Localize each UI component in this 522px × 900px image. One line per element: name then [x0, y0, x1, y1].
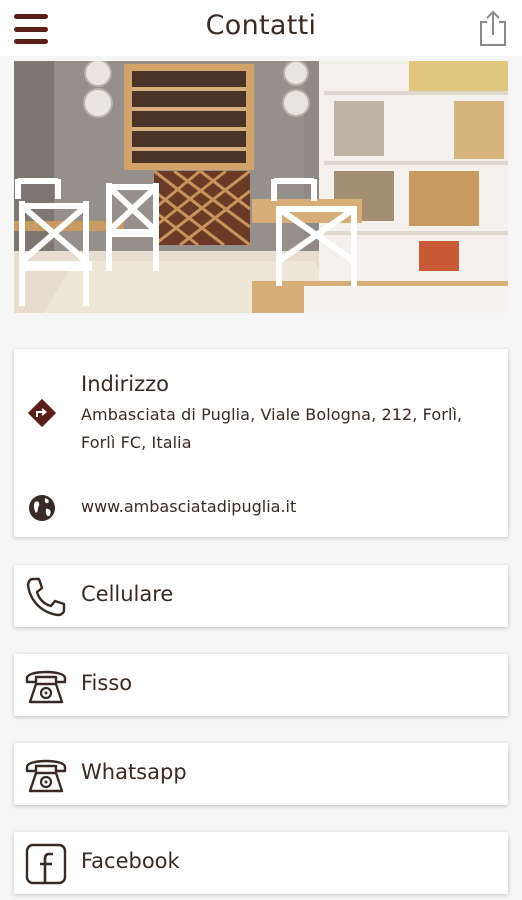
- phone-handset-icon: [26, 577, 66, 617]
- share-icon[interactable]: [478, 9, 508, 47]
- desk-phone-icon: [25, 759, 67, 793]
- contact-label-fisso: Fisso: [81, 671, 133, 695]
- address-title: Indirizzo: [81, 372, 170, 396]
- website-link[interactable]: www.ambasciatadipuglia.it: [81, 497, 296, 516]
- globe-icon[interactable]: [27, 493, 57, 523]
- restaurant-photo: [14, 61, 508, 313]
- contact-row-facebook[interactable]: Facebook: [14, 832, 508, 894]
- contact-label-whatsapp: Whatsapp: [81, 760, 187, 784]
- contact-label-facebook: Facebook: [81, 849, 180, 873]
- address-line-1[interactable]: Ambasciata di Puglia, Viale Bologna, 212…: [81, 405, 462, 424]
- address-line-2[interactable]: Forlì FC, Italia: [81, 433, 192, 452]
- top-bar: Contatti: [0, 0, 522, 56]
- facebook-icon: [25, 843, 67, 885]
- directions-icon[interactable]: [27, 398, 57, 428]
- contact-row-whatsapp[interactable]: Whatsapp: [14, 743, 508, 805]
- desk-phone-icon: [25, 670, 67, 704]
- page-title: Contatti: [205, 10, 317, 41]
- contact-row-fisso[interactable]: Fisso: [14, 654, 508, 716]
- contact-row-cellulare[interactable]: Cellulare: [14, 565, 508, 627]
- contact-label-cellulare: Cellulare: [81, 582, 174, 606]
